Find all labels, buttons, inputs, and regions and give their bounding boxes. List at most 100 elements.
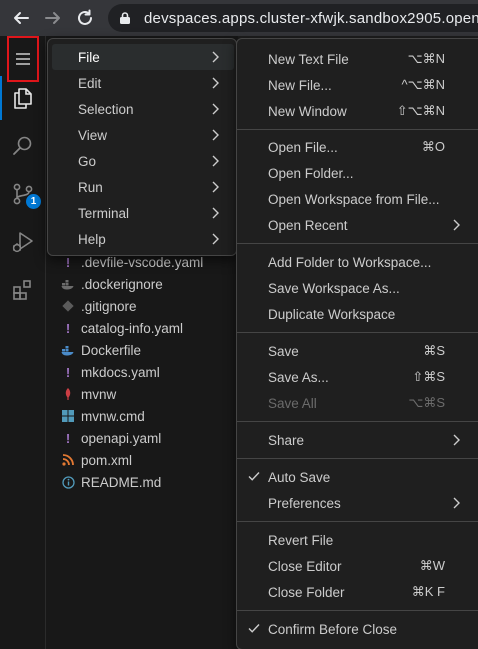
menu-item-file[interactable]: File [52,44,234,70]
menu-item-add-folder-to-workspace[interactable]: Add Folder to Workspace... [237,249,477,275]
file-item[interactable]: mvnw [60,383,116,405]
menu-item-label: Confirm Before Close [268,621,398,637]
menu-item-label: Selection [78,101,134,117]
file-item[interactable]: .gitignore [60,295,137,317]
checkmark-icon [247,469,261,483]
file-name: openapi.yaml [81,430,162,446]
menu-item-open-folder[interactable]: Open Folder... [237,160,477,186]
file-item[interactable]: mvnw.cmd [60,405,145,427]
yaml-exclamation-icon: ! [65,364,71,380]
menu-item-terminal[interactable]: Terminal [52,200,234,226]
search-icon [13,136,32,155]
source-control-button[interactable]: 1 [0,172,46,216]
chevron-right-icon [210,180,222,194]
menu-item-new-window[interactable]: New Window ⇧⌥⌘N [237,98,477,124]
menu-item-view[interactable]: View [52,122,234,148]
menu-item-open-workspace-from-file[interactable]: Open Workspace from File... [237,186,477,212]
git-icon [60,298,76,314]
extensions-button[interactable] [0,268,46,312]
menu-item-save-as[interactable]: Save As... ⇧⌘S [237,364,477,390]
keyboard-shortcut: ^⌥⌘N [401,77,445,92]
files-icon [14,88,32,109]
file-item[interactable]: ! openapi.yaml [60,427,161,449]
menu-item-run[interactable]: Run [52,174,234,200]
chevron-right-icon [451,218,463,232]
site-info-icon[interactable] [118,11,132,25]
checkmark-icon [247,621,261,635]
docker-icon [60,276,76,292]
search-button[interactable] [0,124,46,168]
browser-toolbar: devspaces.apps.cluster-xfwjk.sandbox2905… [0,0,478,36]
menu-item-help[interactable]: Help [52,226,234,252]
file-name: .gitignore [81,298,137,314]
menu-item-save-workspace-as[interactable]: Save Workspace As... [237,275,477,301]
feather-icon [60,386,76,402]
keyboard-shortcut: ⌘W [419,558,445,573]
forward-button[interactable] [40,5,66,31]
file-item[interactable]: Dockerfile [60,339,141,361]
info-icon [60,474,76,490]
chevron-right-icon [210,206,222,220]
menu-item-label: Run [78,179,103,195]
keyboard-shortcut: ⌥⌘N [407,51,445,66]
menu-item-go[interactable]: Go [52,148,234,174]
menu-item-auto-save[interactable]: Auto Save [237,464,477,490]
menu-item-close-folder[interactable]: Close Folder ⌘K F [237,579,477,605]
menu-separator [237,610,478,611]
menu-item-label: Save [268,343,299,359]
chevron-right-icon [210,232,222,246]
run-debug-button[interactable] [0,220,46,264]
menu-item-confirm-before-close[interactable]: Confirm Before Close [237,616,477,642]
source-control-badge: 1 [26,194,41,209]
file-name: pom.xml [81,452,133,468]
menu-item-label: Share [268,432,305,448]
menu-separator [237,243,478,244]
explorer-button[interactable] [0,76,46,120]
file-item[interactable]: ! catalog-info.yaml [60,317,183,339]
file-item[interactable]: ! mkdocs.yaml [60,361,160,383]
menu-item-edit[interactable]: Edit [52,70,234,96]
chevron-right-icon [451,496,463,510]
menu-item-label: New Window [268,103,347,119]
menu-item-duplicate-workspace[interactable]: Duplicate Workspace [237,301,477,327]
menu-item-label: Add Folder to Workspace... [268,254,432,270]
yaml-exclamation-icon: ! [65,430,71,446]
menu-item-revert-file[interactable]: Revert File [237,527,477,553]
keyboard-shortcut: ⌘K F [411,584,445,599]
chevron-right-icon [210,50,222,64]
menu-item-save[interactable]: Save ⌘S [237,338,477,364]
menu-item-label: Save Workspace As... [268,280,400,296]
menu-item-open-recent[interactable]: Open Recent [237,212,477,238]
file-submenu: New Text File ⌥⌘N New File... ^⌥⌘N New W… [236,38,478,649]
menu-item-label: Open Workspace from File... [268,191,440,207]
run-debug-icon [12,232,33,253]
windows-icon [60,408,76,424]
reload-button[interactable] [72,5,98,31]
menu-item-open-file[interactable]: Open File... ⌘O [237,134,477,160]
chevron-right-icon [210,76,222,90]
menu-item-close-editor[interactable]: Close Editor ⌘W [237,553,477,579]
menu-item-label: Save As... [268,369,329,385]
menu-item-share[interactable]: Share [237,427,477,453]
menu-item-label: Duplicate Workspace [268,306,396,322]
file-item[interactable]: .dockerignore [60,273,163,295]
file-item[interactable]: README.md [60,471,161,493]
menu-item-new-text-file[interactable]: New Text File ⌥⌘N [237,46,477,72]
menu-item-label: Open Folder... [268,165,354,181]
address-bar[interactable]: devspaces.apps.cluster-xfwjk.sandbox2905… [108,4,478,32]
file-name: catalog-info.yaml [81,320,184,336]
keyboard-shortcut: ⇧⌘S [412,369,445,384]
yaml-exclamation-icon: ! [65,320,71,336]
menu-item-new-file[interactable]: New File... ^⌥⌘N [237,72,477,98]
menu-item-preferences[interactable]: Preferences [237,490,477,516]
file-name: .devfile-vscode.yaml [81,254,204,270]
file-item[interactable]: pom.xml [60,449,132,471]
keyboard-shortcut: ⌥⌘S [408,395,445,410]
url-text: devspaces.apps.cluster-xfwjk.sandbox2905… [144,9,478,27]
menu-item-label: View [78,127,108,143]
file-name: README.md [81,474,162,490]
arrow-right-icon [45,12,60,24]
file-name: mvnw [81,386,117,402]
menu-item-selection[interactable]: Selection [52,96,234,122]
back-button[interactable] [8,5,34,31]
